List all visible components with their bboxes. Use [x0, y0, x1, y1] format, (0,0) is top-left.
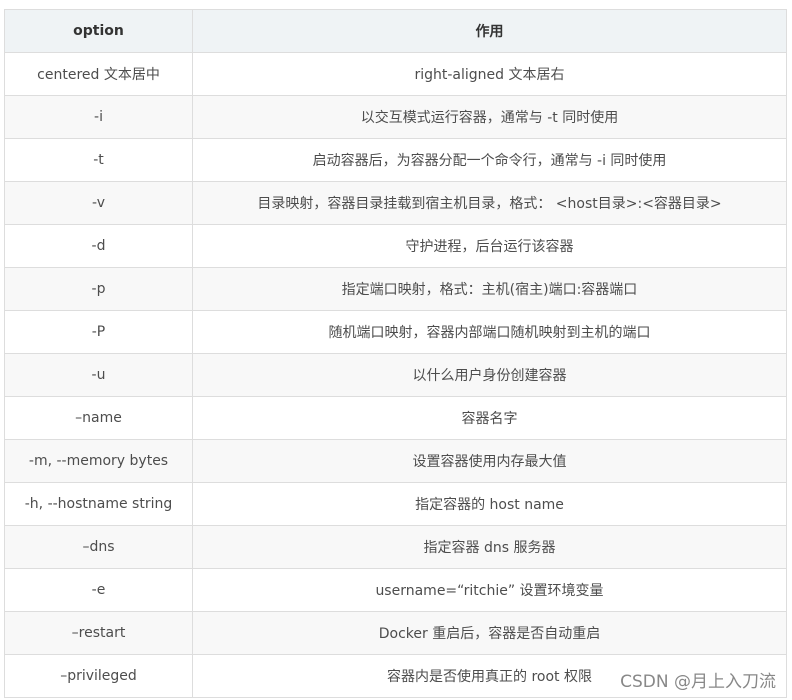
- docker-options-table-container: option 作用 centered 文本居中 right-aligned 文本…: [4, 9, 787, 698]
- option-cell: -p: [4, 267, 193, 311]
- table-body: centered 文本居中 right-aligned 文本居右 -i 以交互模…: [4, 52, 787, 698]
- option-cell: –restart: [4, 611, 193, 655]
- table-row: -i 以交互模式运行容器，通常与 -t 同时使用: [4, 95, 787, 139]
- description-cell: 设置容器使用内存最大值: [192, 439, 787, 483]
- description-cell: right-aligned 文本居右: [192, 52, 787, 96]
- option-cell: -e: [4, 568, 193, 612]
- table-row: -v 目录映射，容器目录挂载到宿主机目录，格式： <host目录>:<容器目录>: [4, 181, 787, 225]
- description-cell: 守护进程，后台运行该容器: [192, 224, 787, 268]
- header-option: option: [4, 9, 193, 53]
- option-cell: -i: [4, 95, 193, 139]
- description-cell: 容器名字: [192, 396, 787, 440]
- table-row: -d 守护进程，后台运行该容器: [4, 224, 787, 268]
- table-header: option 作用: [4, 9, 787, 53]
- docker-options-table: option 作用 centered 文本居中 right-aligned 文本…: [4, 9, 787, 698]
- description-cell: 指定容器 dns 服务器: [192, 525, 787, 569]
- table-row: –dns 指定容器 dns 服务器: [4, 525, 787, 569]
- option-cell: -v: [4, 181, 193, 225]
- description-cell: 指定端口映射，格式：主机(宿主)端口:容器端口: [192, 267, 787, 311]
- description-cell: username=“ritchie” 设置环境变量: [192, 568, 787, 612]
- option-cell: -m, --memory bytes: [4, 439, 193, 483]
- table-row: –restart Docker 重启后，容器是否自动重启: [4, 611, 787, 655]
- table-row: -p 指定端口映射，格式：主机(宿主)端口:容器端口: [4, 267, 787, 311]
- option-cell: -t: [4, 138, 193, 182]
- table-row: -P 随机端口映射，容器内部端口随机映射到主机的端口: [4, 310, 787, 354]
- option-cell: –dns: [4, 525, 193, 569]
- description-cell: 以什么用户身份创建容器: [192, 353, 787, 397]
- table-row: -m, --memory bytes 设置容器使用内存最大值: [4, 439, 787, 483]
- table-row: -e username=“ritchie” 设置环境变量: [4, 568, 787, 612]
- description-cell: 随机端口映射，容器内部端口随机映射到主机的端口: [192, 310, 787, 354]
- table-row: -u 以什么用户身份创建容器: [4, 353, 787, 397]
- description-cell: 启动容器后，为容器分配一个命令行，通常与 -i 同时使用: [192, 138, 787, 182]
- description-cell: 目录映射，容器目录挂载到宿主机目录，格式： <host目录>:<容器目录>: [192, 181, 787, 225]
- option-cell: -P: [4, 310, 193, 354]
- description-cell: 以交互模式运行容器，通常与 -t 同时使用: [192, 95, 787, 139]
- table-row: -h, --hostname string 指定容器的 host name: [4, 482, 787, 526]
- option-cell: -h, --hostname string: [4, 482, 193, 526]
- csdn-watermark: CSDN @月上入刀流: [620, 672, 776, 692]
- option-cell: -d: [4, 224, 193, 268]
- header-purpose: 作用: [192, 9, 787, 53]
- table-row: –name 容器名字: [4, 396, 787, 440]
- option-cell: centered 文本居中: [4, 52, 193, 96]
- option-cell: –name: [4, 396, 193, 440]
- description-cell: Docker 重启后，容器是否自动重启: [192, 611, 787, 655]
- option-cell: –privileged: [4, 654, 193, 698]
- table-row: -t 启动容器后，为容器分配一个命令行，通常与 -i 同时使用: [4, 138, 787, 182]
- option-cell: -u: [4, 353, 193, 397]
- table-row: centered 文本居中 right-aligned 文本居右: [4, 52, 787, 96]
- description-cell: 指定容器的 host name: [192, 482, 787, 526]
- header-row: option 作用: [4, 9, 787, 53]
